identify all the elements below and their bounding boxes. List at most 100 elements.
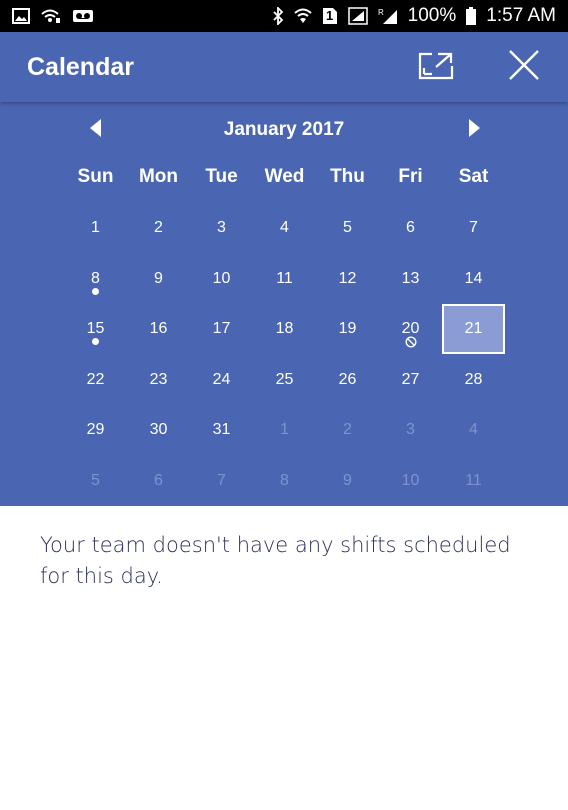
roaming-signal-icon: R: [378, 7, 398, 25]
day-number: 16: [149, 320, 168, 338]
day-number: 29: [86, 421, 105, 439]
calendar-day[interactable]: 2: [127, 203, 190, 254]
calendar-day[interactable]: 25: [253, 355, 316, 406]
signal-icon: [347, 7, 368, 25]
image-icon: [12, 8, 30, 24]
day-number: 11: [276, 269, 293, 287]
calendar-day[interactable]: 16: [127, 304, 190, 355]
battery-percent: 100%: [407, 5, 457, 26]
calendar-day[interactable]: 3: [190, 203, 253, 254]
calendar-day[interactable]: 7: [442, 203, 505, 254]
calendar-day[interactable]: 28: [442, 355, 505, 406]
day-number: 7: [217, 471, 226, 489]
expand-button[interactable]: [416, 47, 456, 87]
voicemail-icon: [72, 9, 94, 23]
status-bar: 1 R 100% 1:57 AM: [0, 0, 568, 32]
calendar-day[interactable]: 15: [64, 304, 127, 355]
shift-indicator-dot-icon: [92, 287, 99, 295]
calendar-day[interactable]: 3: [379, 405, 442, 456]
calendar-day[interactable]: 17: [190, 304, 253, 355]
day-number: 1: [91, 219, 100, 237]
day-number: 13: [401, 269, 420, 287]
day-number: 18: [275, 320, 294, 338]
weekday-label: Mon: [138, 166, 179, 187]
calendar-day[interactable]: 19: [316, 304, 379, 355]
day-number: 23: [149, 370, 168, 388]
day-number: 8: [280, 471, 289, 489]
day-number: 2: [343, 421, 352, 439]
calendar-day[interactable]: 8: [64, 254, 127, 305]
calendar-day[interactable]: 10: [379, 456, 442, 507]
calendar-panel: January 2017 Sun Mon Tue Wed Thu Fri Sat…: [0, 102, 568, 506]
page-title: Calendar: [27, 52, 134, 81]
status-bar-left: [12, 8, 94, 24]
day-number: 7: [469, 219, 478, 237]
calendar-day[interactable]: 31: [190, 405, 253, 456]
calendar-day[interactable]: 29: [64, 405, 127, 456]
day-number: 31: [212, 421, 231, 439]
calendar-day-selected[interactable]: 21: [442, 304, 505, 355]
calendar-day[interactable]: 9: [316, 456, 379, 507]
battery-icon: [466, 7, 477, 25]
day-number: 10: [401, 471, 420, 489]
calendar-day[interactable]: 2: [316, 405, 379, 456]
calendar-day[interactable]: 1: [253, 405, 316, 456]
calendar-day[interactable]: 5: [316, 203, 379, 254]
calendar-day[interactable]: 9: [127, 254, 190, 305]
calendar-day[interactable]: 5: [64, 456, 127, 507]
weekday-label: Wed: [264, 166, 305, 187]
weekday-label: Sun: [77, 166, 114, 187]
calendar-day[interactable]: 11: [442, 456, 505, 507]
day-number: 8: [91, 269, 100, 287]
calendar-day[interactable]: 30: [127, 405, 190, 456]
day-number: 28: [464, 370, 483, 388]
calendar-day[interactable]: 1: [64, 203, 127, 254]
header-actions: [416, 47, 544, 87]
weekday-label: Thu: [330, 166, 365, 187]
day-number: 12: [338, 269, 357, 287]
calendar-day[interactable]: 27: [379, 355, 442, 406]
day-number: 1: [280, 421, 289, 439]
time-off-icon: [404, 336, 417, 348]
calendar-day[interactable]: 14: [442, 254, 505, 305]
day-number: 11: [465, 471, 482, 489]
calendar-day[interactable]: 20: [379, 304, 442, 355]
calendar-day[interactable]: 7: [190, 456, 253, 507]
weekday-header: Sun Mon Tue Wed Thu Fri Sat: [64, 166, 505, 192]
day-number: 30: [149, 421, 168, 439]
weekday-label: Tue: [205, 166, 238, 187]
next-month-button[interactable]: [460, 116, 488, 144]
calendar-day[interactable]: 13: [379, 254, 442, 305]
weekday-label: Fri: [398, 166, 423, 187]
day-number: 3: [217, 219, 226, 237]
close-icon: [508, 49, 540, 86]
wifi-icon: [294, 8, 312, 24]
month-navigation: January 2017: [0, 110, 568, 150]
calendar-day[interactable]: 11: [253, 254, 316, 305]
calendar-day[interactable]: 23: [127, 355, 190, 406]
calendar-day[interactable]: 18: [253, 304, 316, 355]
calendar-day[interactable]: 4: [253, 203, 316, 254]
calendar-day[interactable]: 10: [190, 254, 253, 305]
calendar-day[interactable]: 8: [253, 456, 316, 507]
sim-icon: 1: [322, 7, 338, 25]
calendar-day[interactable]: 6: [379, 203, 442, 254]
calendar-day[interactable]: 24: [190, 355, 253, 406]
close-button[interactable]: [504, 47, 544, 87]
calendar-day[interactable]: 12: [316, 254, 379, 305]
wifi-calling-icon: [40, 8, 62, 24]
calendar-day[interactable]: 26: [316, 355, 379, 406]
day-number: 3: [406, 421, 415, 439]
calendar-day[interactable]: 4: [442, 405, 505, 456]
day-number: 9: [343, 471, 352, 489]
day-number: 22: [86, 370, 105, 388]
day-number: 10: [212, 269, 231, 287]
day-number: 2: [154, 219, 163, 237]
day-number: 19: [338, 320, 357, 338]
calendar-day[interactable]: 22: [64, 355, 127, 406]
app-header: Calendar: [0, 32, 568, 102]
day-number: 15: [86, 320, 105, 338]
day-number: 25: [275, 370, 294, 388]
calendar-day[interactable]: 6: [127, 456, 190, 507]
chevron-right-icon: [467, 118, 481, 142]
